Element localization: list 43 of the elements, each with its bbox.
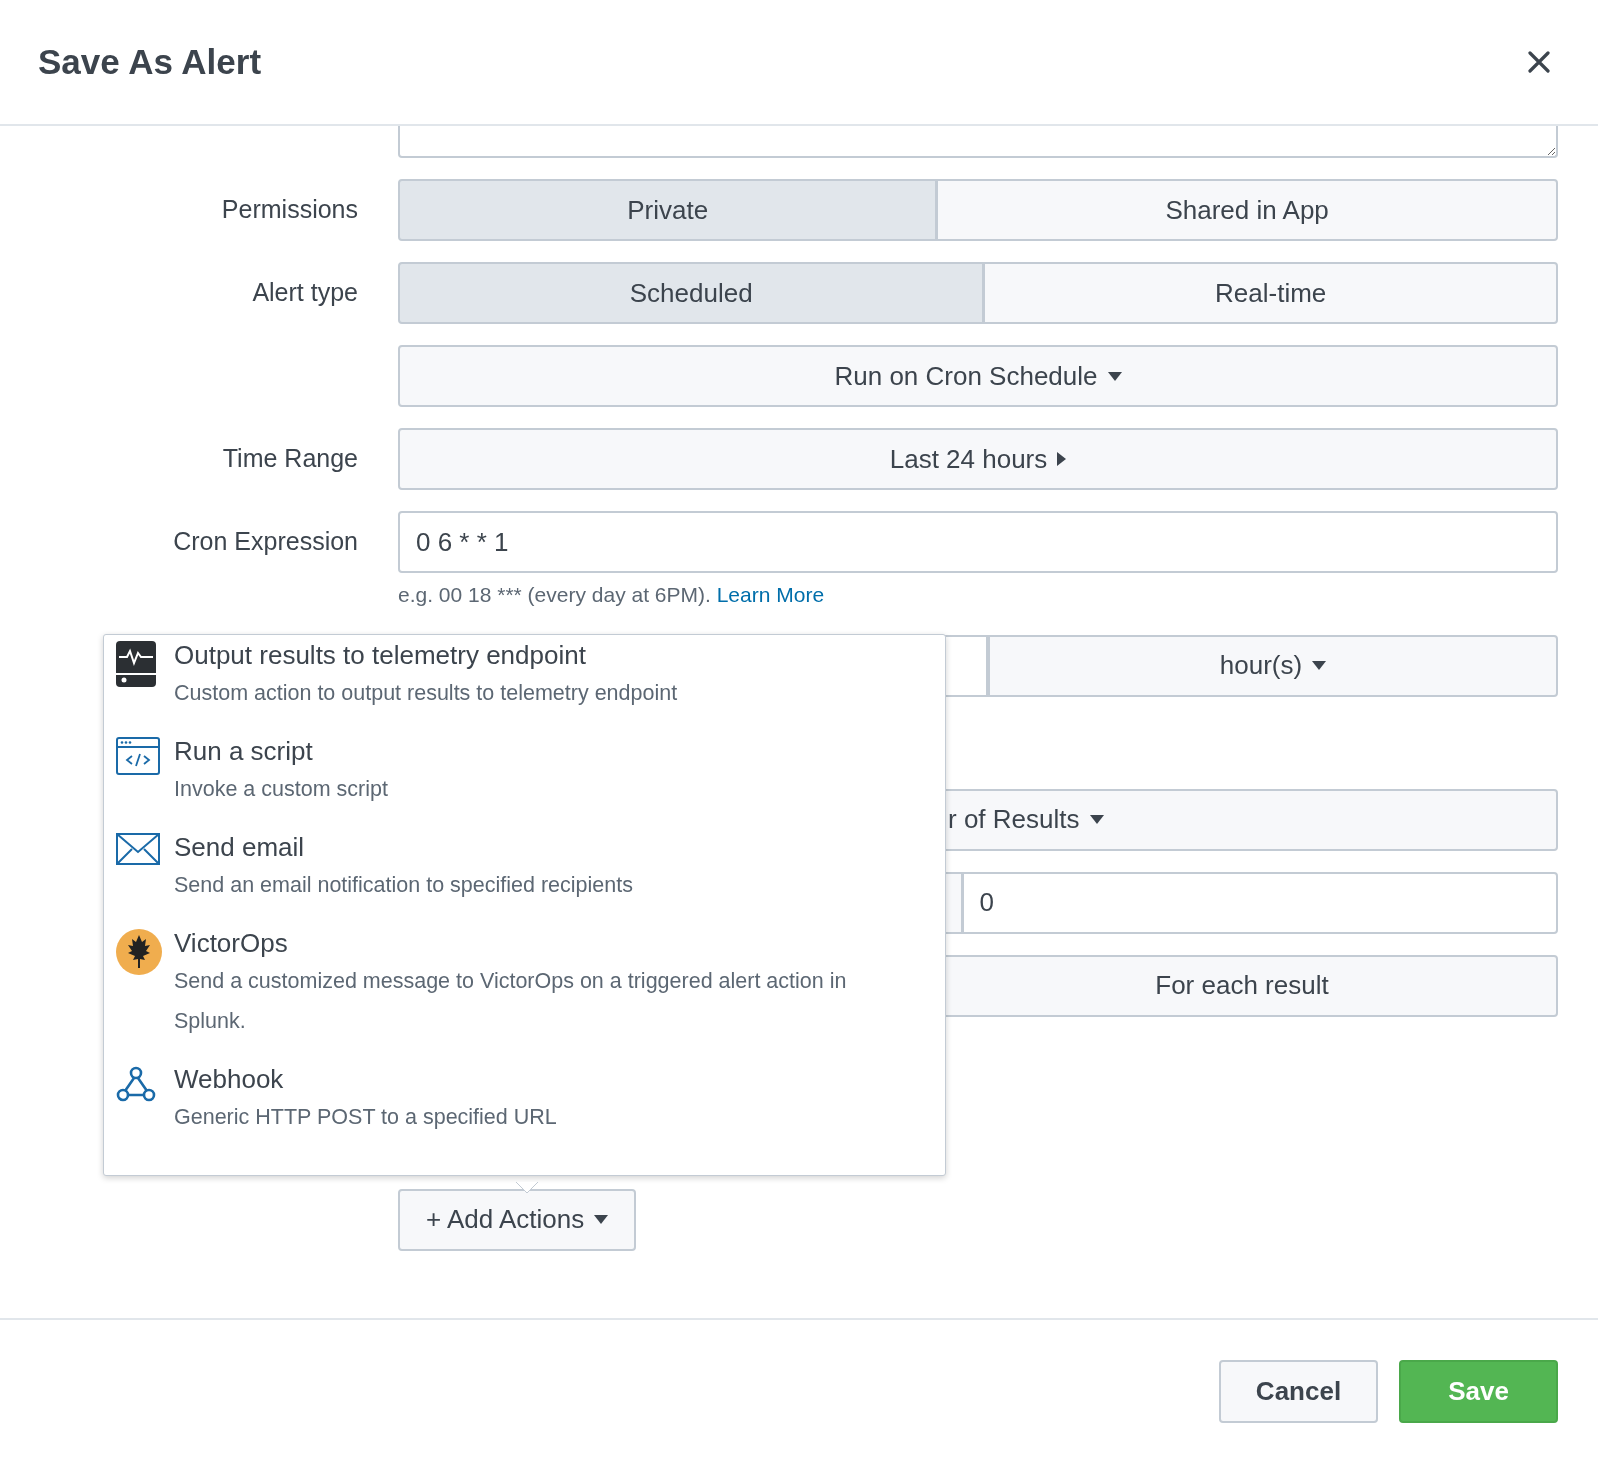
segment-option[interactable]: Real-time <box>984 262 1558 324</box>
action-description: Custom action to output results to telemetry endpoint <box>174 680 678 707</box>
dropdown-button[interactable]: Last 24 hours <box>398 428 1558 490</box>
textarea-field[interactable] <box>398 126 1558 158</box>
field-label: Alert type <box>251 277 358 309</box>
dropdown-button[interactable]: hour(s) <box>988 634 1558 697</box>
action-description: Invoke a custom script <box>174 776 388 803</box>
caret-icon <box>1057 452 1067 466</box>
action-title: Webhook <box>174 1063 285 1096</box>
cancel-button[interactable]: Cancel <box>1219 1360 1378 1423</box>
action-description: Send a customized message to VictorOps on a triggered alert action in Splunk. <box>174 968 848 1035</box>
action-menu-item[interactable]: Output results to telemetry endpoint Custom action to output results to telemetry endpoint <box>104 637 945 733</box>
caret-icon <box>594 1215 609 1224</box>
action-title: Run a script <box>174 735 314 768</box>
help-text: e.g. 00 18 *** (every day at 6PM). Learn More <box>398 582 826 608</box>
dropdown-button[interactable]: Run on Cron Schedule <box>398 345 1558 407</box>
dialog-title: Save As Alert <box>38 41 262 83</box>
action-description: Send an email notification to specified recipients <box>174 872 633 899</box>
field-label: Permissions <box>220 194 358 226</box>
close-icon <box>1528 51 1550 73</box>
field-label: Time Range <box>221 443 358 475</box>
envelope-icon <box>116 833 160 865</box>
action-menu-item[interactable]: Webhook Generic HTTP POST to a specified URL <box>104 1061 945 1157</box>
action-title: VictorOps <box>174 927 289 960</box>
caret-icon <box>1312 661 1327 670</box>
code-window-icon <box>116 737 160 775</box>
action-title: Send email <box>174 831 306 864</box>
threshold-input-field[interactable]: 0 <box>962 871 1558 934</box>
webhook-icon <box>116 1065 156 1103</box>
add-actions-button[interactable]: + Add Actions <box>398 1188 637 1251</box>
segment-option[interactable]: Private <box>398 179 938 241</box>
monitor-pulse-icon <box>116 641 156 687</box>
action-description: Generic HTTP POST to a specified URL <box>174 1104 557 1131</box>
caret-icon <box>1107 371 1122 381</box>
field-label: Cron Expression <box>172 526 358 558</box>
segment-option[interactable]: Scheduled <box>398 262 985 324</box>
action-title: Output results to telemetry endpoint <box>174 639 587 672</box>
cron-input-field[interactable]: 0 6 * * 1 <box>398 511 1558 573</box>
leaf-logo-icon <box>116 929 162 975</box>
menu-pointer <box>516 1182 538 1194</box>
learn-more-link[interactable]: Learn More <box>716 583 825 606</box>
caret-icon <box>1089 815 1104 824</box>
segment-option[interactable]: Shared in App <box>937 179 1558 241</box>
